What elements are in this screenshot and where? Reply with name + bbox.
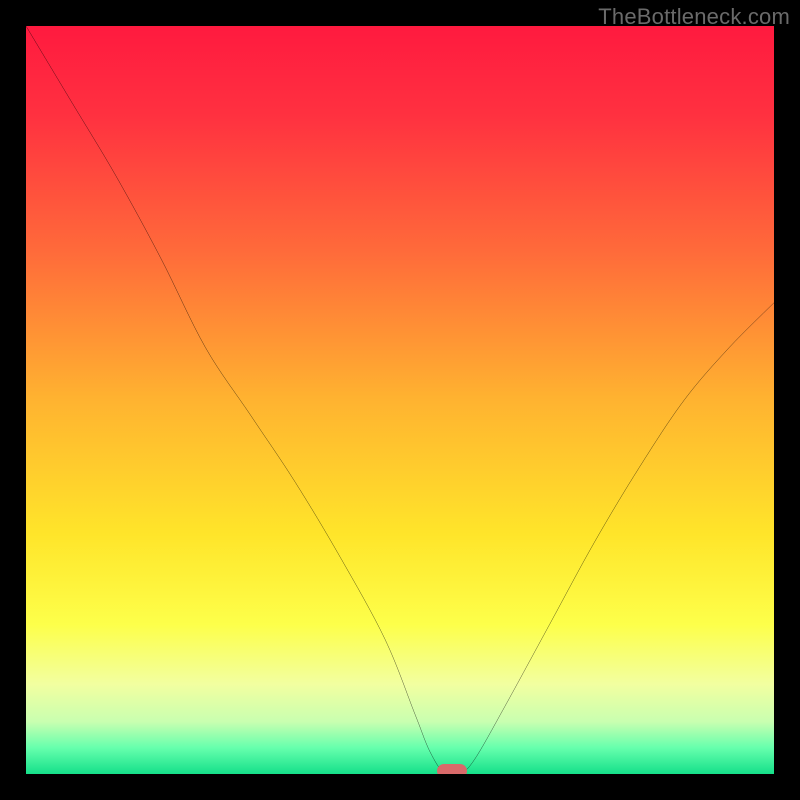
optimum-marker	[437, 764, 467, 774]
chart-plot-area	[26, 26, 774, 774]
chart-background	[26, 26, 774, 774]
watermark-text: TheBottleneck.com	[598, 4, 790, 30]
chart-svg	[26, 26, 774, 774]
